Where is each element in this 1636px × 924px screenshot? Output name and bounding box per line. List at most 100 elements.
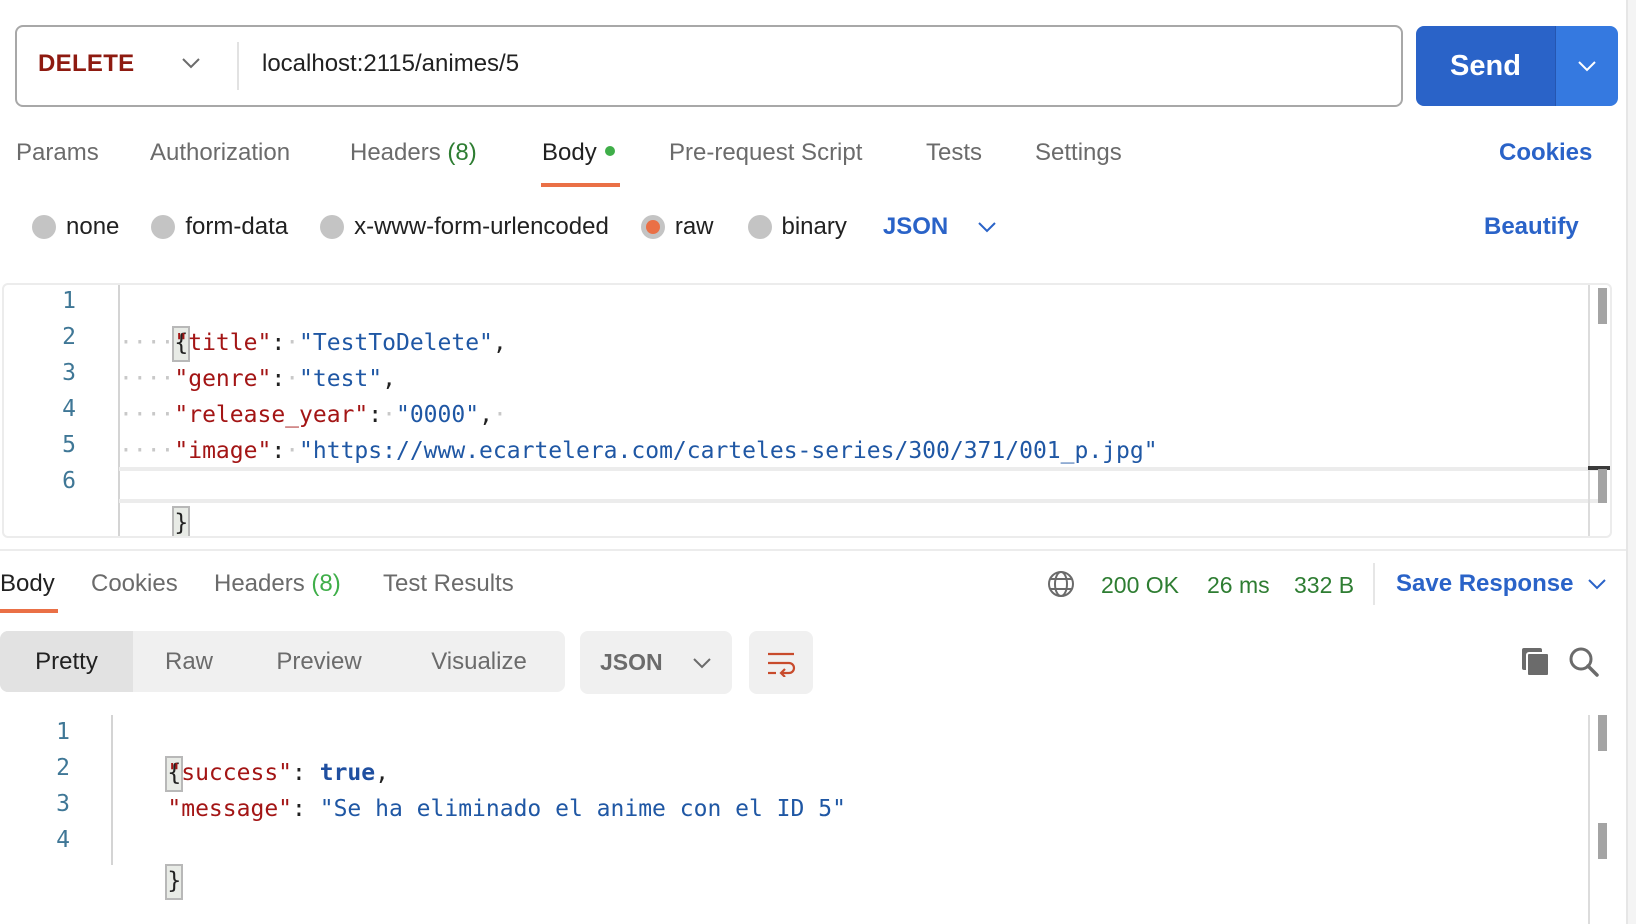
body-language-label: JSON xyxy=(882,213,949,240)
radio-urlencoded-label: x-www-form-urlencoded xyxy=(354,213,609,240)
active-line-highlight xyxy=(119,467,1599,503)
json-key: "title" xyxy=(174,330,272,356)
response-headers-count: (8) xyxy=(311,570,341,597)
radio-circle xyxy=(747,215,772,239)
line-number: 4 xyxy=(56,827,70,853)
globe-icon[interactable] xyxy=(1046,569,1076,599)
radio-raw[interactable]: raw xyxy=(640,213,714,241)
response-tab-body[interactable]: Body xyxy=(0,570,55,598)
editor-scrollbar-thumb[interactable] xyxy=(1598,469,1607,503)
response-format-select[interactable]: JSON xyxy=(580,631,732,694)
response-time: 26 ms xyxy=(1207,572,1270,598)
json-comma: , xyxy=(382,366,396,392)
line-number: 2 xyxy=(56,755,70,781)
line-number: 6 xyxy=(62,468,76,494)
window-edge xyxy=(1626,0,1636,924)
tab-tests[interactable]: Tests xyxy=(926,139,982,167)
editor-scrollbar-thumb[interactable] xyxy=(1598,288,1607,324)
json-value: "https://www.ecartelera.com/carteles-ser… xyxy=(299,438,1158,464)
response-size: 332 B xyxy=(1294,572,1355,598)
chevron-down-icon xyxy=(1578,61,1596,72)
radio-none[interactable]: none xyxy=(32,213,119,241)
code-line: } xyxy=(119,469,191,536)
radio-circle xyxy=(320,215,345,239)
send-options-button[interactable] xyxy=(1555,26,1618,106)
search-button[interactable] xyxy=(1568,646,1600,678)
response-tab-cookies[interactable]: Cookies xyxy=(91,570,178,598)
line-number: 3 xyxy=(62,360,76,386)
url-input[interactable] xyxy=(262,47,1362,81)
radio-circle xyxy=(151,215,176,239)
json-comma: , xyxy=(479,402,493,428)
response-tab-headers[interactable]: Headers (8) xyxy=(214,570,341,598)
chevron-down-icon xyxy=(978,222,996,233)
send-button[interactable]: Send xyxy=(1416,26,1555,106)
response-active-tab-indicator xyxy=(0,609,58,613)
chevron-down-icon xyxy=(692,657,711,668)
copy-button[interactable] xyxy=(1520,646,1552,678)
chevron-down-icon[interactable] xyxy=(180,56,202,70)
method-selector[interactable]: DELETE xyxy=(38,50,134,78)
response-scrollbar-thumb[interactable] xyxy=(1598,823,1607,859)
wrap-lines-icon xyxy=(768,652,796,677)
code-line: ····"release_year":·"0000",· xyxy=(119,402,507,428)
tab-headers[interactable]: Headers (8) xyxy=(350,139,477,167)
body-language-select[interactable]: JSON xyxy=(883,213,998,241)
radio-binary[interactable]: binary xyxy=(747,213,847,241)
response-body-viewer[interactable]: 1 2 3 4 { "success": true, "message": "S… xyxy=(0,715,1626,924)
matched-brace: } xyxy=(165,864,184,900)
wrap-lines-button[interactable] xyxy=(749,631,813,694)
beautify-button[interactable]: Beautify xyxy=(1484,213,1579,241)
radio-circle xyxy=(32,215,56,239)
code-line: { xyxy=(112,719,184,792)
json-value: "0000" xyxy=(395,402,480,428)
json-value: "test" xyxy=(299,366,383,392)
cookies-link[interactable]: Cookies xyxy=(1499,139,1592,167)
code-line: } xyxy=(112,827,184,900)
mode-pretty[interactable]: Pretty xyxy=(0,631,133,692)
search-icon xyxy=(1569,647,1599,677)
json-comma: , xyxy=(492,330,507,356)
request-body-editor[interactable]: 1 2 3 4 5 6 { ····"title":·"TestToDelete… xyxy=(2,283,1612,538)
line-number: 3 xyxy=(56,791,70,817)
radio-circle-selected xyxy=(640,215,665,239)
active-tab-indicator xyxy=(541,183,620,187)
line-number: 1 xyxy=(62,288,76,314)
tab-params[interactable]: Params xyxy=(16,139,99,167)
chevron-down-icon[interactable] xyxy=(1586,577,1608,591)
body-type-group: none form-data x-www-form-urlencoded raw… xyxy=(32,213,998,241)
headers-count: (8) xyxy=(447,139,477,166)
response-tab-test-results[interactable]: Test Results xyxy=(383,570,514,598)
radio-binary-label: binary xyxy=(781,213,847,240)
tab-authorization[interactable]: Authorization xyxy=(150,139,290,167)
code-line: "success": true, xyxy=(167,760,389,786)
line-number: 1 xyxy=(56,719,70,745)
radio-form-data-label: form-data xyxy=(185,213,289,240)
response-tab-headers-label: Headers xyxy=(214,570,305,597)
response-view-mode: Pretty Raw Preview Visualize xyxy=(0,631,565,692)
line-number: 5 xyxy=(62,432,76,458)
tab-body[interactable]: Body xyxy=(542,139,615,167)
json-key: "image" xyxy=(174,438,272,464)
code-line: ····"genre":·"test", xyxy=(119,366,396,392)
json-value: "Se ha eliminado el anime con el ID 5" xyxy=(319,796,846,822)
code-line: ····"image":·"https://www.ecartelera.com… xyxy=(119,438,1158,464)
response-separator xyxy=(0,549,1626,551)
json-key: "success" xyxy=(167,760,293,786)
json-comma: , xyxy=(375,760,389,786)
status-divider xyxy=(1373,563,1375,605)
editor-scrollbar-track xyxy=(1588,285,1590,536)
json-value: true xyxy=(319,760,376,786)
json-key: "genre" xyxy=(174,366,272,392)
tab-settings[interactable]: Settings xyxy=(1035,139,1122,167)
mode-visualize[interactable]: Visualize xyxy=(393,631,565,692)
save-response-button[interactable]: Save Response xyxy=(1396,570,1573,598)
tab-body-label: Body xyxy=(542,139,597,166)
response-scrollbar-thumb[interactable] xyxy=(1598,715,1607,751)
radio-form-data[interactable]: form-data xyxy=(151,213,288,241)
json-key: "message" xyxy=(167,796,293,822)
mode-preview[interactable]: Preview xyxy=(245,631,393,692)
mode-raw[interactable]: Raw xyxy=(133,631,245,692)
tab-pre-request-script[interactable]: Pre-request Script xyxy=(669,139,862,167)
radio-urlencoded[interactable]: x-www-form-urlencoded xyxy=(320,213,609,241)
